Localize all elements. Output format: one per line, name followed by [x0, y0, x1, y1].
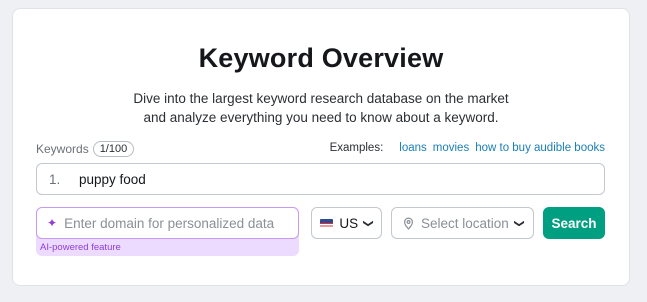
page-title: Keyword Overview: [198, 43, 444, 73]
keywords-label: Keywords 1/100: [36, 141, 135, 157]
keywords-count-badge: 1/100: [92, 141, 135, 157]
page-subtitle: Dive into the largest keyword research d…: [13, 89, 629, 127]
example-link-audible-books[interactable]: how to buy audible books: [475, 142, 605, 154]
location-select[interactable]: Select location ❯: [391, 207, 534, 239]
country-select[interactable]: US ❯: [311, 207, 382, 239]
subtitle-line-1: Dive into the largest keyword research d…: [133, 91, 509, 106]
example-link-movies[interactable]: movies: [433, 142, 469, 154]
chevron-down-icon: ❯: [513, 218, 525, 228]
country-value: US: [339, 215, 359, 231]
subtitle-line-2: and analyze everything you need to know …: [143, 110, 499, 125]
chevron-down-icon: ❯: [362, 218, 374, 228]
ai-feature-caption: AI-powered feature: [40, 242, 121, 253]
keyword-row-number: 1.: [49, 171, 61, 187]
examples-row: Examples: loans movies how to buy audibl…: [330, 142, 605, 154]
keyword-value[interactable]: puppy food: [79, 172, 146, 187]
keywords-label-text: Keywords: [36, 142, 89, 156]
search-button[interactable]: Search: [543, 207, 605, 239]
us-flag-icon: [320, 218, 334, 228]
example-link-loans[interactable]: loans: [399, 142, 427, 154]
location-pin-icon: [402, 217, 415, 230]
examples-label: Examples:: [329, 142, 384, 154]
location-placeholder: Select location: [421, 215, 509, 231]
keyword-input[interactable]: 1. puppy food: [36, 163, 605, 195]
sparkle-icon: ✦: [47, 216, 58, 230]
domain-input[interactable]: ✦ Enter domain for personalized data: [36, 207, 299, 239]
domain-placeholder: Enter domain for personalized data: [64, 215, 275, 231]
ai-domain-field-wrapper: ✦ Enter domain for personalized data AI-…: [36, 207, 299, 256]
